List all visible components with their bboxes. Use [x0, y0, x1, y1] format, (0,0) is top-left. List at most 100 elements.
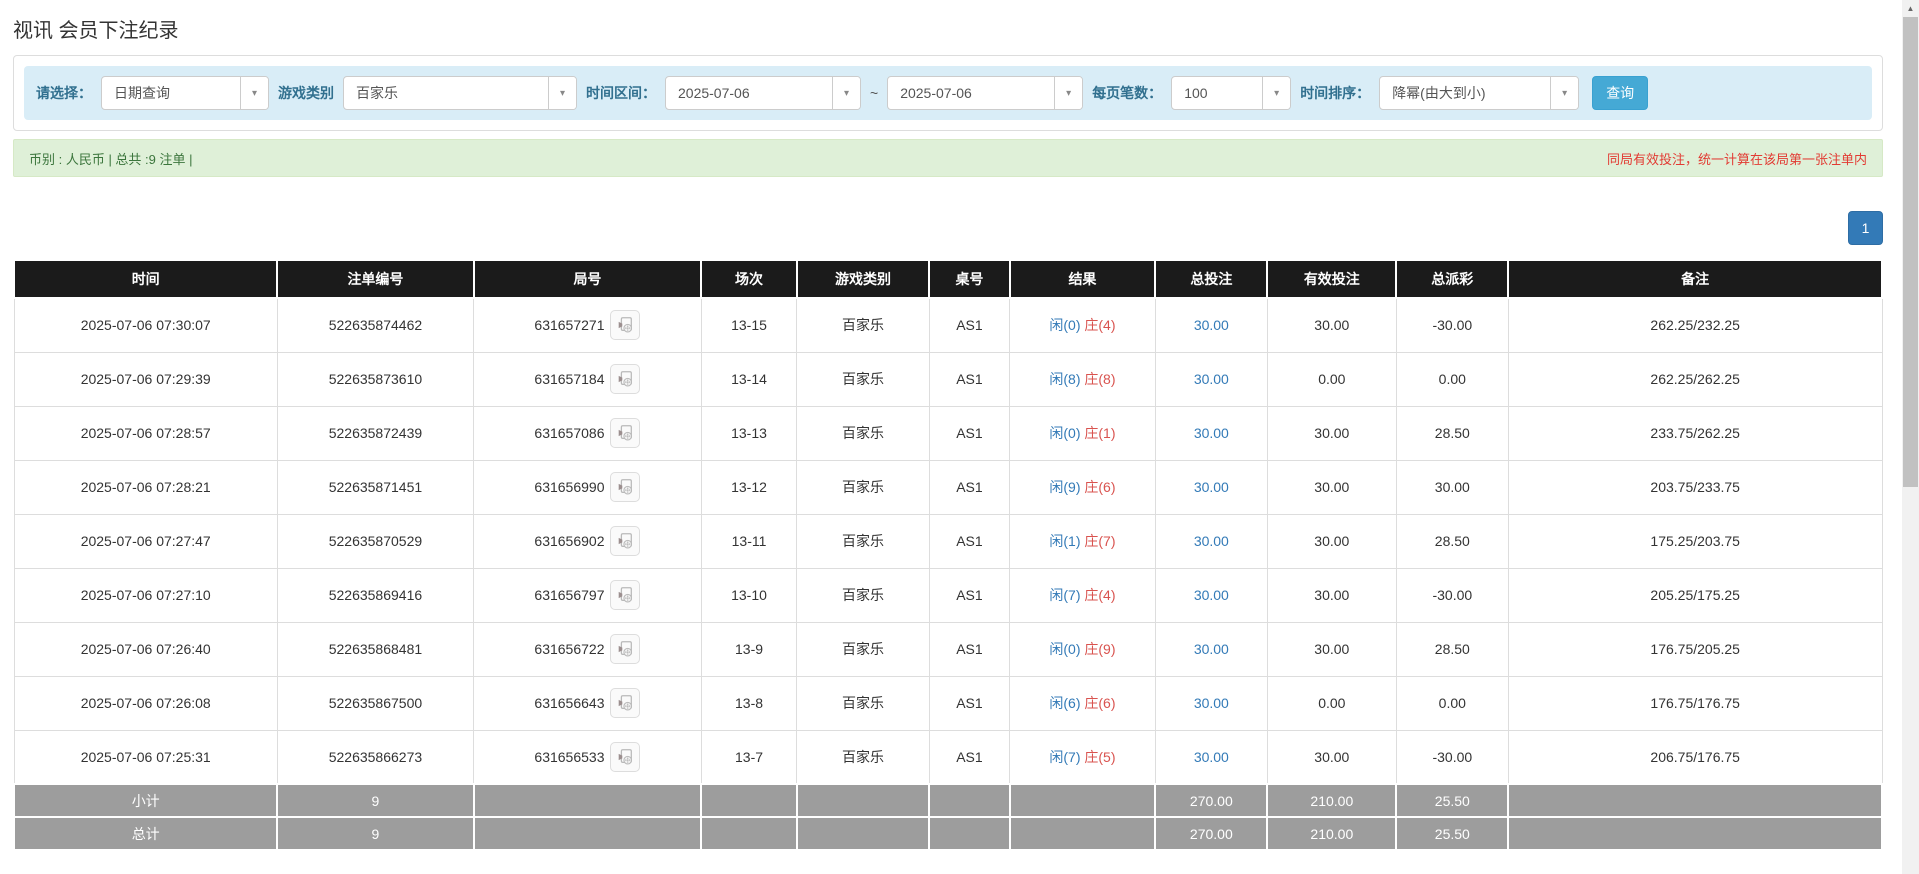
grand-total-row-session	[701, 817, 796, 850]
cell-time: 2025-07-06 07:28:21	[14, 460, 277, 514]
cell-time: 2025-07-06 07:29:39	[14, 352, 277, 406]
total-bet-link[interactable]: 30.00	[1194, 479, 1229, 495]
grand-total-row-result	[1010, 817, 1156, 850]
scroll-up-arrow-icon[interactable]: ▲	[1902, 0, 1919, 17]
video-replay-icon[interactable]	[610, 688, 640, 718]
subtotal-row-total-bet: 270.00	[1155, 784, 1267, 817]
result-player: 闲(9)	[1049, 479, 1080, 495]
video-replay-icon[interactable]	[610, 526, 640, 556]
cell-time: 2025-07-06 07:28:57	[14, 406, 277, 460]
result-player: 闲(0)	[1049, 317, 1080, 333]
cell-result: 闲(0) 庄(4)	[1010, 298, 1156, 352]
column-header-2: 局号	[474, 260, 702, 298]
cell-round-id: 631657086	[474, 406, 702, 460]
scrollbar[interactable]: ▲	[1902, 0, 1919, 874]
cell-time: 2025-07-06 07:26:40	[14, 622, 277, 676]
cell-session: 13-10	[701, 568, 796, 622]
cell-remark: 262.25/232.25	[1508, 298, 1882, 352]
subtotal-row-game	[797, 784, 930, 817]
table-row: 2025-07-06 07:27:10522635869416631656797…	[14, 568, 1882, 622]
cell-bet-id: 522635873610	[277, 352, 473, 406]
game-type-value: 百家乐	[344, 83, 548, 103]
total-bet-link[interactable]: 30.00	[1194, 533, 1229, 549]
total-bet-link[interactable]: 30.00	[1194, 425, 1229, 441]
page-button-1[interactable]: 1	[1848, 211, 1883, 245]
cell-valid-bet: 30.00	[1267, 298, 1396, 352]
cell-remark: 206.75/176.75	[1508, 730, 1882, 784]
result-banker: 庄(9)	[1084, 641, 1115, 657]
total-bet-link[interactable]: 30.00	[1194, 371, 1229, 387]
result-banker: 庄(8)	[1084, 371, 1115, 387]
cell-result: 闲(0) 庄(1)	[1010, 406, 1156, 460]
result-player: 闲(0)	[1049, 641, 1080, 657]
subtotal-row-session	[701, 784, 796, 817]
table-row: 2025-07-06 07:27:47522635870529 631656902…	[14, 514, 1882, 568]
cell-valid-bet: 0.00	[1267, 352, 1396, 406]
total-bet-link[interactable]: 30.00	[1194, 587, 1229, 603]
total-bet-link[interactable]: 30.00	[1194, 641, 1229, 657]
summary-bar: 币别 : 人民币 | 总共 :9 注单 | 同局有效投注，统一计算在该局第一张注…	[13, 139, 1883, 177]
subtotal-row-round	[474, 784, 702, 817]
grand-total-row-count: 9	[277, 817, 473, 850]
date-from-select[interactable]: 2025-07-06 ▾	[665, 76, 861, 110]
result-banker: 庄(5)	[1084, 749, 1115, 765]
chevron-down-icon: ▾	[240, 77, 268, 109]
game-type-select[interactable]: 百家乐 ▾	[343, 76, 577, 110]
cell-table-no: AS1	[929, 406, 1009, 460]
query-mode-select[interactable]: 日期查询 ▾	[101, 76, 269, 110]
currency-total-text: 币别 : 人民币 | 总共 :9 注单 |	[29, 149, 193, 168]
cell-payout: 28.50	[1396, 514, 1508, 568]
cell-payout: 0.00	[1396, 352, 1508, 406]
video-replay-icon[interactable]	[610, 580, 640, 610]
cell-table-no: AS1	[929, 460, 1009, 514]
total-bet-link[interactable]: 30.00	[1194, 749, 1229, 765]
filter-bar: 请选择： 日期查询 ▾ 游戏类别 百家乐 ▾ 时间区间： 2025-07-06 …	[24, 66, 1872, 120]
cell-bet-id: 522635868481	[277, 622, 473, 676]
video-replay-icon[interactable]	[610, 310, 640, 340]
cell-remark: 176.75/176.75	[1508, 676, 1882, 730]
cell-valid-bet: 30.00	[1267, 514, 1396, 568]
cell-session: 13-12	[701, 460, 796, 514]
round-id-text: 631657184	[534, 371, 604, 387]
video-replay-icon[interactable]	[610, 742, 640, 772]
cell-payout: -30.00	[1396, 298, 1508, 352]
cell-game-type: 百家乐	[797, 460, 930, 514]
round-id-text: 631656990	[534, 479, 604, 495]
round-id-text: 631656533	[534, 749, 604, 765]
chevron-down-icon: ▾	[548, 77, 576, 109]
video-replay-icon[interactable]	[610, 418, 640, 448]
round-id-text: 631656902	[534, 533, 604, 549]
cell-game-type: 百家乐	[797, 568, 930, 622]
search-button[interactable]: 查询	[1592, 76, 1648, 110]
cell-payout: -30.00	[1396, 568, 1508, 622]
scrollbar-thumb[interactable]	[1903, 17, 1918, 487]
round-id-text: 631656643	[534, 695, 604, 711]
video-replay-icon[interactable]	[610, 364, 640, 394]
date-range-tilde: ~	[870, 85, 878, 101]
pagination: 1	[13, 211, 1883, 245]
result-banker: 庄(1)	[1084, 425, 1115, 441]
page-size-select[interactable]: 100 ▾	[1171, 76, 1291, 110]
date-to-select[interactable]: 2025-07-06 ▾	[887, 76, 1083, 110]
cell-game-type: 百家乐	[797, 406, 930, 460]
result-player: 闲(6)	[1049, 695, 1080, 711]
cell-bet-id: 522635867500	[277, 676, 473, 730]
table-row: 2025-07-06 07:25:31522635866273631656533…	[14, 730, 1882, 784]
cell-bet-id: 522635871451	[277, 460, 473, 514]
cell-remark: 203.75/233.75	[1508, 460, 1882, 514]
time-sort-select[interactable]: 降幂(由大到小) ▾	[1379, 76, 1579, 110]
column-header-5: 桌号	[929, 260, 1009, 298]
cell-result: 闲(7) 庄(4)	[1010, 568, 1156, 622]
chevron-down-icon: ▾	[1054, 77, 1082, 109]
total-bet-link[interactable]: 30.00	[1194, 317, 1229, 333]
video-replay-icon[interactable]	[610, 634, 640, 664]
total-bet-link[interactable]: 30.00	[1194, 695, 1229, 711]
cell-table-no: AS1	[929, 730, 1009, 784]
cell-session: 13-15	[701, 298, 796, 352]
round-id-text: 631656722	[534, 641, 604, 657]
video-replay-icon[interactable]	[610, 472, 640, 502]
cell-bet-id: 522635870529	[277, 514, 473, 568]
cell-session: 13-11	[701, 514, 796, 568]
subtotal-row-count: 9	[277, 784, 473, 817]
cell-time: 2025-07-06 07:27:47	[14, 514, 277, 568]
